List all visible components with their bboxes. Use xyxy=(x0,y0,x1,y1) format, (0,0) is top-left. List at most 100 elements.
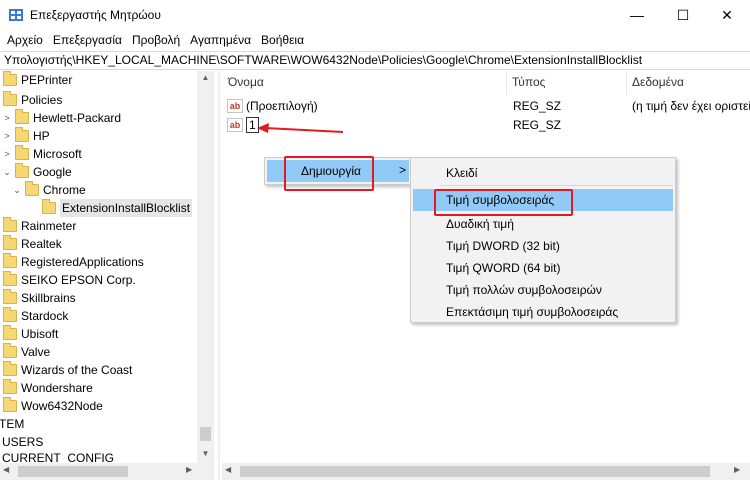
menu-item-qword-value[interactable]: Τιμή QWORD (64 bit) xyxy=(413,257,673,279)
menu-item-multi-string-value[interactable]: Τιμή πολλών συμβολοσειρών xyxy=(413,279,673,301)
tree-item[interactable]: Policies xyxy=(3,91,62,109)
tree-item-label: Microsoft xyxy=(33,147,82,161)
folder-icon xyxy=(3,397,17,412)
string-value-icon: ab xyxy=(227,99,243,113)
scroll-right-icon[interactable]: ▶ xyxy=(734,465,740,474)
tree-item[interactable]: PEPrinter xyxy=(3,71,72,89)
tree-item-label: Realtek xyxy=(21,237,62,251)
scroll-right-icon[interactable]: ▶ xyxy=(186,465,192,474)
menu-item-binary-value[interactable]: Δυαδική τιμή xyxy=(413,213,673,235)
tree-item-label: RegisteredApplications xyxy=(21,255,144,269)
scroll-thumb[interactable] xyxy=(200,427,211,441)
tree-item-label: Ubisoft xyxy=(21,327,59,341)
tree-item[interactable]: Wizards of the Coast xyxy=(3,361,132,379)
scroll-thumb[interactable] xyxy=(240,466,710,477)
folder-icon xyxy=(3,325,17,340)
pane-splitter[interactable] xyxy=(218,71,220,480)
tree-item[interactable]: Realtek xyxy=(3,235,62,253)
value-data: (η τιμή δεν έχει οριστεί) xyxy=(632,99,750,113)
scroll-left-icon[interactable]: ◀ xyxy=(3,465,9,474)
tree-item[interactable]: Ubisoft xyxy=(3,325,58,343)
annotation-arrow xyxy=(257,123,344,133)
folder-open-icon xyxy=(42,199,56,214)
tree-item-label: PEPrinter xyxy=(21,73,73,87)
value-type: REG_SZ xyxy=(513,118,562,132)
tree-item[interactable]: ⌄ Chrome xyxy=(12,181,86,199)
menu-file[interactable]: Αρχείο xyxy=(2,30,48,50)
tree-item[interactable]: Wow6432Node xyxy=(3,397,103,415)
column-name-header[interactable]: Όνομα xyxy=(228,75,264,89)
tree-item[interactable]: RegisteredApplications xyxy=(3,253,144,271)
chevron-down-icon[interactable]: ⌄ xyxy=(12,181,22,199)
tree-item[interactable]: USERS xyxy=(2,433,43,451)
folder-icon xyxy=(15,163,29,178)
chevron-down-icon[interactable]: ⌄ xyxy=(2,163,12,181)
tree-item[interactable]: > Microsoft xyxy=(2,145,82,163)
folder-icon xyxy=(3,361,17,376)
tree-horizontal-scrollbar[interactable]: ◀ ▶ xyxy=(0,463,214,480)
folder-icon xyxy=(3,253,17,268)
tree-item-label: Chrome xyxy=(43,183,86,197)
tree-item-label: HP xyxy=(33,129,50,143)
list-horizontal-scrollbar[interactable]: ◀ ▶ xyxy=(222,463,750,480)
tree-item[interactable]: Skillbrains xyxy=(3,289,76,307)
tree-item[interactable]: SEIKO EPSON Corp. xyxy=(3,271,136,289)
tree-item-label: Wondershare xyxy=(21,381,93,395)
tree-item-label: USERS xyxy=(2,435,44,449)
tree-item-label: Skillbrains xyxy=(21,291,76,305)
scroll-up-icon[interactable]: ▲ xyxy=(197,73,214,82)
menu-view[interactable]: Προβολή xyxy=(127,30,185,50)
scroll-down-icon[interactable]: ▼ xyxy=(197,449,214,458)
folder-icon xyxy=(3,271,17,286)
tree-item-label: Policies xyxy=(21,93,63,107)
chevron-right-icon[interactable]: > xyxy=(2,109,12,127)
column-divider[interactable] xyxy=(506,71,507,95)
menu-favorites[interactable]: Αγαπημένα xyxy=(185,30,256,50)
tree-item-label: TEM xyxy=(0,417,25,431)
registry-editor-icon xyxy=(9,9,23,21)
menu-item-key[interactable]: Κλειδί xyxy=(413,162,673,184)
tree-item-label: Rainmeter xyxy=(21,219,77,233)
column-type-header[interactable]: Τύπος xyxy=(512,75,545,89)
scroll-thumb[interactable] xyxy=(18,466,128,477)
value-row[interactable]: ab 1 xyxy=(227,116,259,134)
menu-edit[interactable]: Επεξεργασία xyxy=(48,30,127,50)
tree-item[interactable]: > HP xyxy=(2,127,50,145)
tree-vertical-scrollbar[interactable]: ▲ ▼ xyxy=(197,71,214,463)
folder-icon xyxy=(3,91,17,106)
folder-icon xyxy=(3,235,17,250)
menu-help[interactable]: Βοήθεια xyxy=(256,30,309,50)
tree-item-selected[interactable]: ExtensionInstallBlocklist xyxy=(42,199,193,217)
tree-item[interactable]: Rainmeter xyxy=(3,217,76,235)
tree-item[interactable]: Valve xyxy=(3,343,50,361)
tree-item-label: Wizards of the Coast xyxy=(21,363,133,377)
maximize-button[interactable]: ☐ xyxy=(660,0,706,30)
tree-item[interactable]: > Hewlett-Packard xyxy=(2,109,121,127)
chevron-right-icon[interactable]: > xyxy=(2,145,12,163)
menu-separator xyxy=(441,185,673,186)
menu-item-dword-value[interactable]: Τιμή DWORD (32 bit) xyxy=(413,235,673,257)
menu-bar: Αρχείο Επεξεργασία Προβολή Αγαπημένα Βοή… xyxy=(0,30,750,50)
column-divider[interactable] xyxy=(626,71,627,95)
tree-item[interactable]: Stardock xyxy=(3,307,68,325)
string-value-icon: ab xyxy=(227,118,243,132)
minimize-button[interactable]: — xyxy=(614,0,660,30)
key-tree: PEPrinter Policies > Hewlett-Packard > H… xyxy=(0,71,214,480)
menu-item-expandable-string-value[interactable]: Επεκτάσιμη τιμή συμβολοσειράς xyxy=(413,301,673,323)
tree-item-label: CURRENT_CONFIG xyxy=(2,451,115,463)
folder-icon xyxy=(15,109,29,124)
tree-item[interactable]: CURRENT_CONFIG xyxy=(2,451,114,463)
address-bar[interactable]: Υπολογιστής\HKEY_LOCAL_MACHINE\SOFTWARE\… xyxy=(0,51,750,70)
tree-item[interactable]: ⌄ Google xyxy=(2,163,72,181)
folder-icon xyxy=(3,379,17,394)
title-bar: Επεξεργαστής Μητρώου — ☐ ✕ xyxy=(0,0,750,30)
folder-icon xyxy=(15,145,29,160)
annotation-box-string-value xyxy=(434,189,573,216)
chevron-right-icon[interactable]: > xyxy=(2,127,12,145)
submenu-arrow-icon: > xyxy=(399,163,407,177)
column-data-header[interactable]: Δεδομένα xyxy=(632,75,684,89)
tree-item[interactable]: Wondershare xyxy=(3,379,93,397)
scroll-left-icon[interactable]: ◀ xyxy=(225,465,231,474)
tree-item[interactable]: TEM xyxy=(0,415,24,433)
close-button[interactable]: ✕ xyxy=(704,0,750,30)
